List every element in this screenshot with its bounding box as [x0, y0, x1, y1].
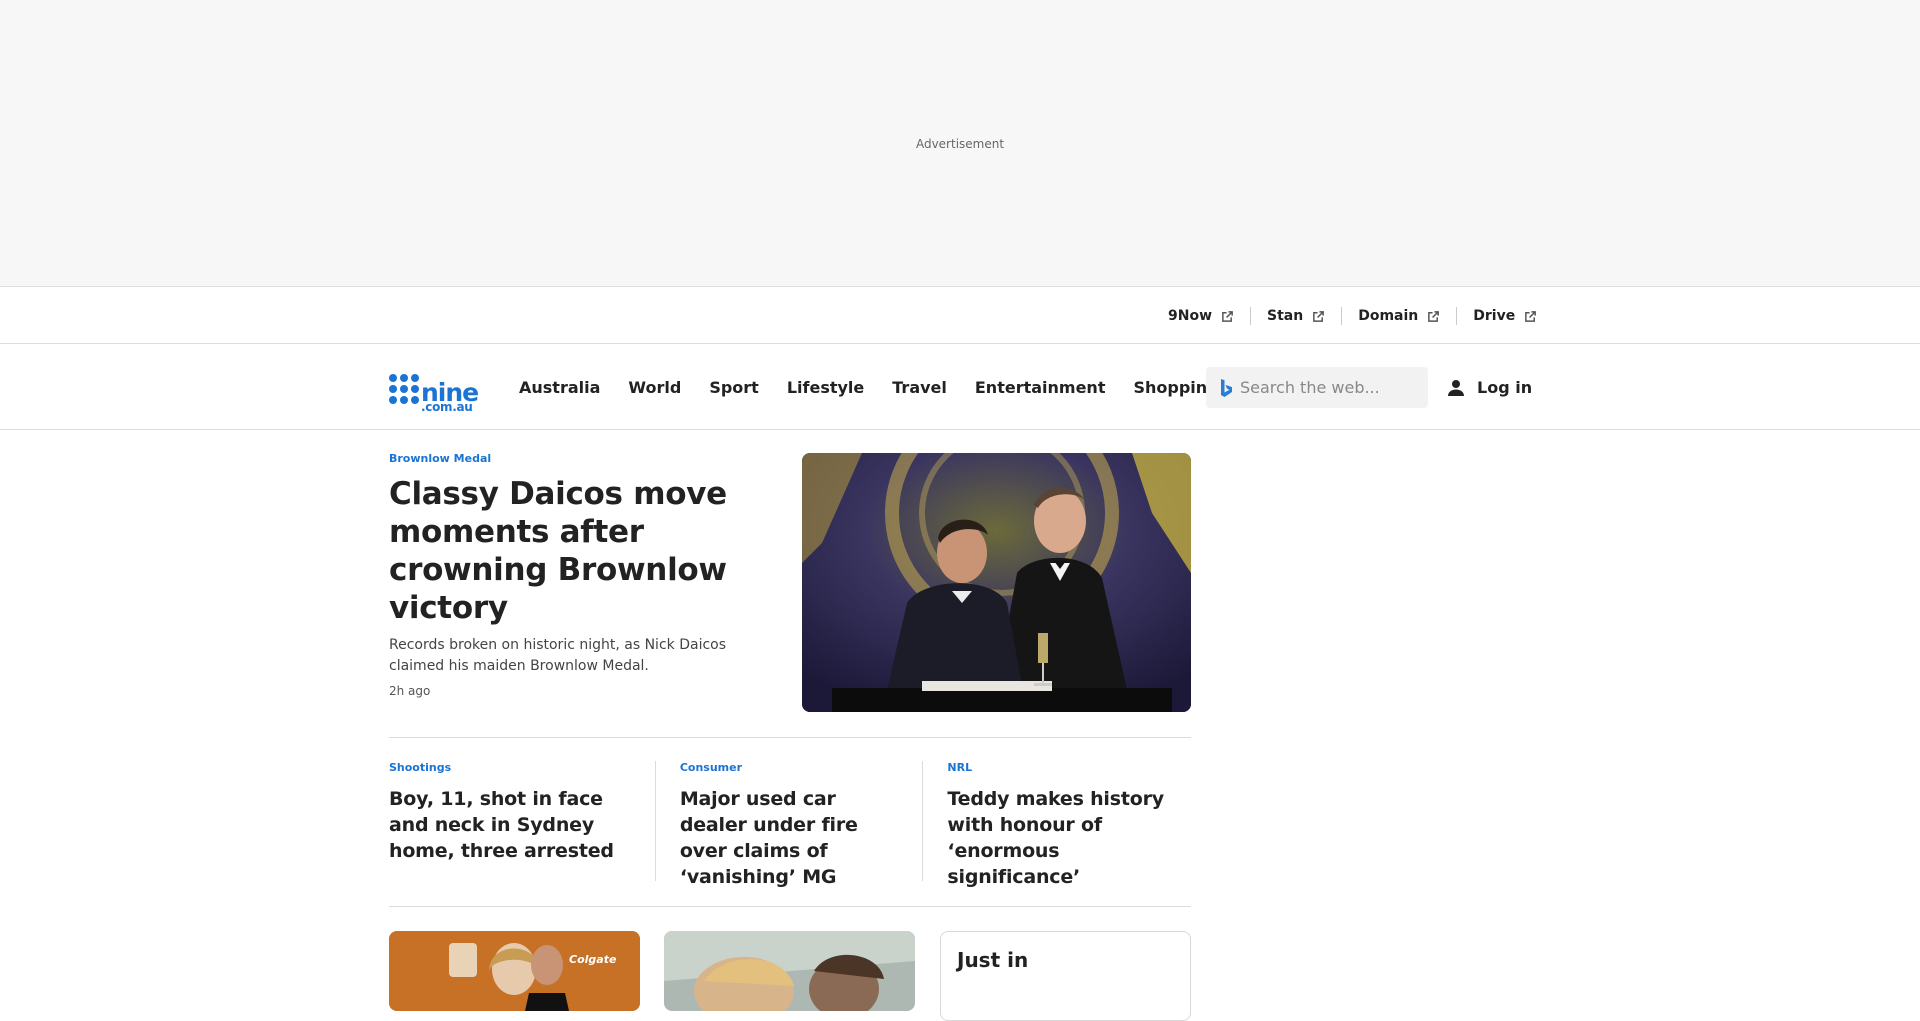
svg-text:Colgate: Colgate [569, 953, 617, 966]
story-row: Shootings Boy, 11, shot in face and neck… [389, 761, 1191, 888]
hero-kicker[interactable]: Brownlow Medal [389, 452, 769, 465]
story-card[interactable]: NRL Teddy makes history with honour of ‘… [923, 761, 1191, 888]
nine-logo[interactable]: nine .com.au [389, 371, 493, 413]
external-link-icon [1313, 310, 1325, 322]
utility-links: 9Now Stan Domain Drive [1168, 288, 1553, 344]
story-title[interactable]: Boy, 11, shot in face and neck in Sydney… [389, 786, 635, 864]
advertisement-label: Advertisement [915, 137, 1005, 151]
utility-link-domain[interactable]: Domain [1341, 307, 1456, 325]
section-divider [389, 906, 1191, 907]
utility-bar: 9Now Stan Domain Drive [0, 288, 1920, 344]
story-image-card[interactable] [664, 931, 915, 1011]
logo-wordmark: nine .com.au [421, 380, 479, 413]
hero-image-photo [802, 453, 1191, 712]
nav-item-travel[interactable]: Travel [892, 378, 947, 397]
advertisement-area: Advertisement [0, 0, 1920, 287]
logo-dots-icon [389, 374, 419, 404]
card-row: Colgate Just in [389, 931, 1191, 1021]
utility-link-stan[interactable]: Stan [1250, 307, 1341, 325]
just-in-panel: Just in [940, 931, 1191, 1021]
utility-link-label: Stan [1267, 308, 1304, 324]
story-kicker[interactable]: Consumer [680, 761, 903, 774]
hero-image[interactable] [802, 453, 1191, 712]
bing-icon [1221, 378, 1232, 397]
story-card[interactable]: Consumer Major used car dealer under fir… [656, 761, 924, 888]
search-box [1206, 367, 1428, 408]
story-card[interactable]: Shootings Boy, 11, shot in face and neck… [389, 761, 656, 881]
nav-items: Australia World Sport Lifestyle Travel E… [519, 345, 1247, 430]
story-kicker[interactable]: NRL [947, 761, 1171, 774]
nav-item-world[interactable]: World [628, 378, 681, 397]
section-divider [389, 737, 1191, 738]
user-icon [1448, 379, 1464, 396]
hero-text: Brownlow Medal Classy Daicos move moment… [389, 452, 769, 698]
utility-link-drive[interactable]: Drive [1456, 307, 1553, 325]
search-input[interactable] [1240, 378, 1410, 397]
hero-timestamp: 2h ago [389, 684, 431, 698]
story-title[interactable]: Teddy makes history with honour of ‘enor… [947, 786, 1171, 890]
hero-story[interactable]: Brownlow Medal Classy Daicos move moment… [389, 452, 1191, 737]
utility-link-label: Domain [1358, 308, 1419, 324]
logo-sub-text: .com.au [421, 400, 473, 414]
login-button[interactable]: Log in [1447, 345, 1532, 430]
login-label: Log in [1477, 378, 1533, 397]
utility-link-label: 9Now [1168, 308, 1213, 324]
utility-link-label: Drive [1473, 308, 1516, 324]
just-in-title: Just in [957, 948, 1029, 972]
external-link-icon [1222, 310, 1233, 322]
nav-item-lifestyle[interactable]: Lifestyle [787, 378, 864, 397]
nav-item-australia[interactable]: Australia [519, 378, 600, 397]
nav-item-entertainment[interactable]: Entertainment [975, 378, 1106, 397]
nav-item-sport[interactable]: Sport [709, 378, 759, 397]
story-title[interactable]: Major used car dealer under fire over cl… [680, 786, 903, 890]
utility-link-9now[interactable]: 9Now [1168, 307, 1250, 325]
story-image [664, 931, 915, 1011]
story-image: Colgate [389, 931, 640, 1011]
hero-description: Records broken on historic night, as Nic… [389, 637, 727, 674]
story-kicker[interactable]: Shootings [389, 761, 635, 774]
external-link-icon [1428, 310, 1440, 322]
external-link-icon [1525, 310, 1537, 322]
main-navigation: nine .com.au Australia World Sport Lifes… [0, 345, 1920, 430]
story-image-card[interactable]: Colgate [389, 931, 640, 1011]
hero-title[interactable]: Classy Daicos move moments after crownin… [389, 475, 769, 627]
